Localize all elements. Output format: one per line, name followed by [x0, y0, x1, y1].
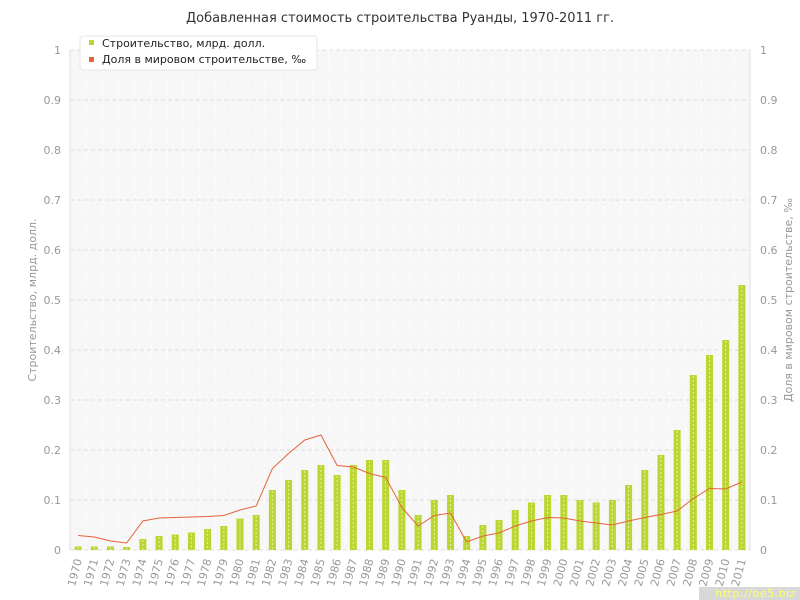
left-axis-title: Строительство, млрд. долл.	[26, 218, 39, 381]
bar-2002	[592, 502, 600, 550]
right-axis-title: Доля в мировом строительстве, ‰	[782, 198, 795, 402]
left-tick-label: 0.9	[44, 94, 62, 107]
chart-title: Добавленная стоимость строительства Руан…	[186, 11, 614, 26]
right-tick-label: 0	[760, 544, 767, 557]
left-tick-label: 0.8	[44, 144, 62, 157]
right-tick-label: 0.3	[760, 394, 778, 407]
right-tick-label: 0.8	[760, 144, 778, 157]
bar-1984	[301, 470, 309, 550]
left-tick-label: 0.6	[44, 244, 62, 257]
bar-1979	[220, 526, 228, 550]
watermark[interactable]: http://be5.biz	[715, 587, 796, 600]
bar-1998	[527, 502, 535, 550]
right-tick-label: 1	[760, 44, 767, 57]
left-tick-label: 0.3	[44, 394, 62, 407]
legend-swatch-construction	[89, 40, 94, 45]
chart: 0 0.1 0.2 0.3 0.4 0.5 0.6 0.7 0.8 0.9 1 0 0.1 0.2 0.3…	[0, 0, 800, 600]
legend[interactable]: Строительство, млрд. долл. Доля в мирово…	[79, 35, 318, 71]
right-tick-label: 0.2	[760, 444, 778, 457]
bar-2005	[641, 470, 649, 550]
left-tick-label: 0.2	[44, 444, 62, 457]
right-tick-label: 0.6	[760, 244, 778, 257]
left-tick-label: 0.1	[44, 494, 62, 507]
left-tick-label: 0.4	[44, 344, 62, 357]
right-tick-label: 0.7	[760, 194, 778, 207]
legend-label-share: Доля в мировом строительстве, ‰	[102, 53, 306, 66]
left-tick-label: 0	[54, 544, 61, 557]
left-tick-label: 0.5	[44, 294, 62, 307]
left-tick-label: 0.7	[44, 194, 62, 207]
legend-swatch-share	[89, 57, 94, 62]
legend-label-construction: Строительство, млрд. долл.	[102, 37, 265, 50]
right-tick-label: 0.4	[760, 344, 778, 357]
right-tick-label: 0.9	[760, 94, 778, 107]
right-tick-label: 0.1	[760, 494, 778, 507]
left-tick-label: 1	[54, 44, 61, 57]
right-tick-label: 0.5	[760, 294, 778, 307]
